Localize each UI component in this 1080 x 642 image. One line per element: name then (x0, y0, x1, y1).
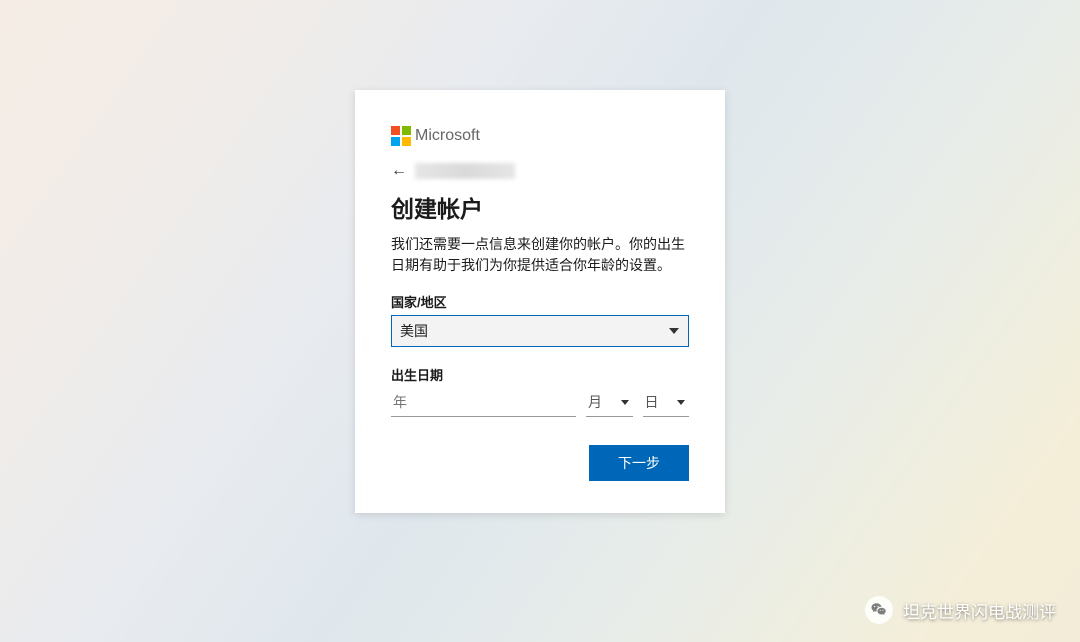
country-label: 国家/地区 (391, 292, 689, 311)
dob-field: 出生日期 月 日 (391, 365, 689, 417)
watermark-text: 坦克世界闪电战测评 (903, 598, 1056, 623)
brand-row: Microsoft (391, 126, 689, 146)
signup-card: Microsoft ← 创建帐户 我们还需要一点信息来创建你的帐户。你的出生日期… (355, 90, 725, 513)
next-button[interactable]: 下一步 (589, 445, 689, 481)
dob-row: 月 日 (391, 388, 689, 417)
description-text: 我们还需要一点信息来创建你的帐户。你的出生日期有助于我们为你提供适合你年龄的设置… (391, 234, 689, 276)
back-arrow-icon[interactable]: ← (391, 162, 407, 180)
dob-year-input[interactable] (391, 388, 576, 417)
redacted-email (415, 163, 515, 179)
microsoft-logo-icon (391, 126, 411, 146)
country-field: 国家/地区 美国 (391, 292, 689, 347)
dob-label: 出生日期 (391, 365, 689, 384)
page-title: 创建帐户 (391, 190, 689, 224)
dob-day-select[interactable]: 日 (643, 388, 690, 417)
button-row: 下一步 (391, 445, 689, 481)
country-select-wrap: 美国 (391, 315, 689, 347)
dob-month-select[interactable]: 月 (586, 388, 633, 417)
wechat-icon (865, 596, 893, 624)
brand-text: Microsoft (415, 127, 480, 145)
country-select[interactable]: 美国 (391, 315, 689, 347)
back-row: ← (391, 162, 689, 180)
watermark: 坦克世界闪电战测评 (865, 596, 1056, 624)
